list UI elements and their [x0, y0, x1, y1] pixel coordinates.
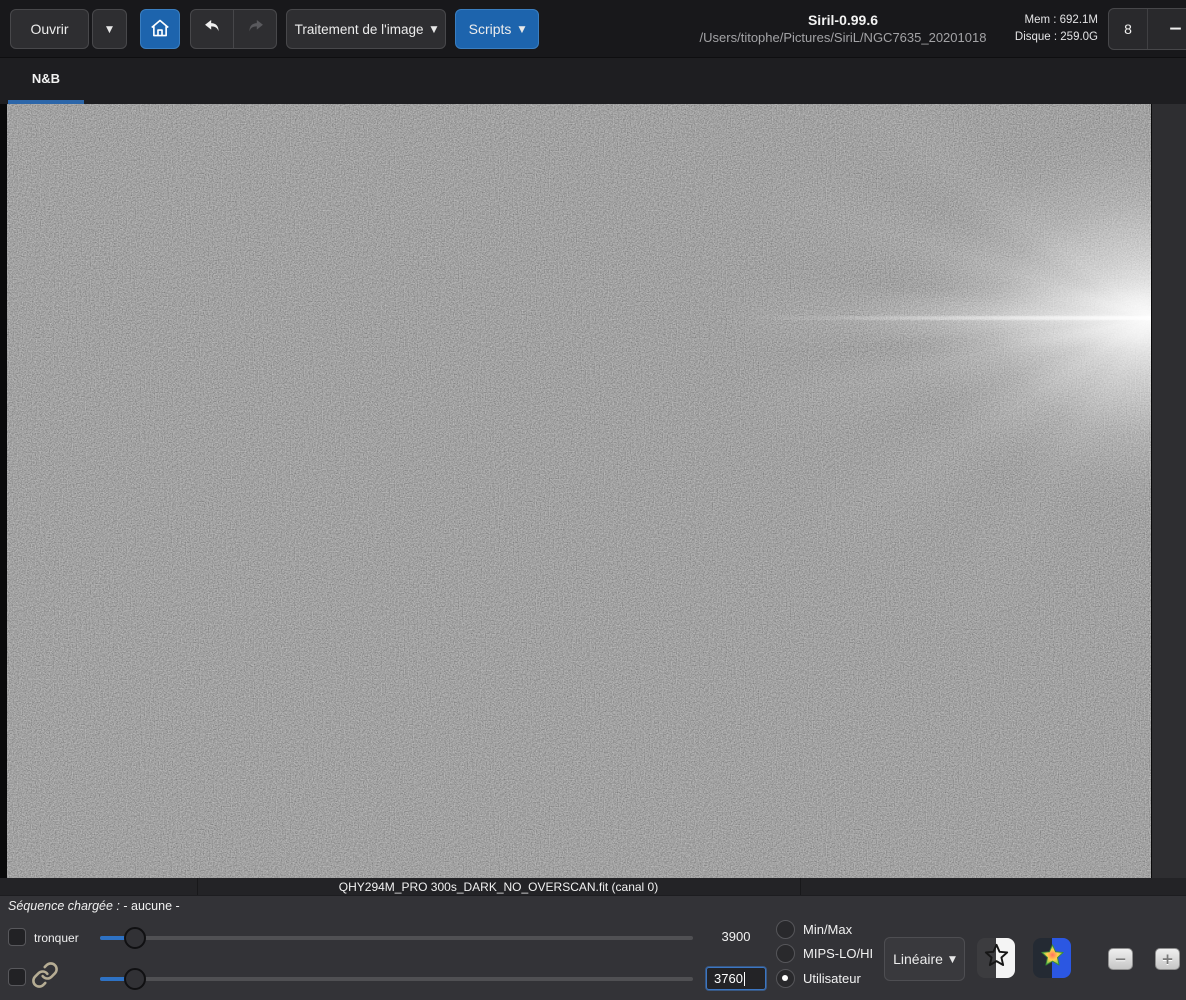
display-scale-dropdown[interactable]: Linéaire ▼: [884, 937, 965, 981]
radio-mips-lo-hi-label: MIPS-LO/HI: [803, 946, 873, 961]
link-icon: [31, 961, 59, 994]
low-cutoff-input[interactable]: 3760: [706, 967, 766, 990]
slider-track: [100, 936, 693, 940]
rainbow-star-icon: [1039, 942, 1066, 974]
chevron-down-icon: ▼: [430, 24, 437, 35]
zoom-in-button[interactable]: +: [1155, 948, 1180, 970]
disk-label: Disque : 259.0G: [1015, 29, 1098, 46]
negative-view-button[interactable]: [977, 938, 1015, 978]
open-button-label: Ouvrir: [30, 21, 68, 37]
redo-button[interactable]: [233, 10, 276, 48]
minus-icon: −: [1168, 19, 1182, 39]
negative-star-icon: [983, 942, 1010, 974]
chevron-down-icon: ▼: [949, 954, 956, 965]
slider-track: [100, 977, 693, 981]
image-canvas[interactable]: [7, 104, 1152, 878]
radio-circle: [776, 969, 795, 988]
sequence-status: Séquence chargée : - aucune -: [8, 899, 180, 913]
zoom-level-spinner[interactable]: 8 −: [1108, 8, 1186, 50]
scripts-menu-button[interactable]: Scripts ▼: [455, 9, 539, 49]
radio-minmax-label: Min/Max: [803, 922, 852, 937]
low-cutoff-slider[interactable]: [100, 967, 693, 991]
display-control-panel: Séquence chargée : - aucune - tronquer 3…: [0, 895, 1186, 1000]
low-cutoff-input-value: 3760: [714, 971, 743, 986]
canvas-left-gutter: [0, 104, 7, 878]
home-button[interactable]: [140, 9, 180, 49]
channel-tabbar: N&B: [0, 58, 1186, 104]
canvas-area: [0, 104, 1186, 878]
zoom-level-value[interactable]: 8: [1109, 9, 1147, 49]
truncate-checkbox[interactable]: [8, 928, 26, 946]
chevron-down-icon: ▼: [106, 24, 113, 35]
image-caption-section: QHY294M_PRO 300s_DARK_NO_OVERSCAN.fit (c…: [197, 878, 800, 895]
false-color-button[interactable]: [1033, 938, 1071, 978]
low-cutoff-slider-thumb[interactable]: [124, 968, 146, 990]
resource-usage: Mem : 692.1M Disque : 259.0G: [1015, 12, 1098, 46]
amp-glow-core: [7, 104, 1151, 878]
siril-window: Ouvrir ▼: [0, 0, 1186, 1000]
open-button[interactable]: Ouvrir: [10, 9, 89, 49]
image-processing-label: Traitement de l'image: [295, 22, 424, 37]
image-processing-menu-button[interactable]: Traitement de l'image ▼: [286, 9, 446, 49]
radio-utilisateur-label: Utilisateur: [803, 971, 861, 986]
sequence-value: - aucune -: [123, 899, 179, 913]
high-cutoff-value[interactable]: 3900: [706, 929, 766, 944]
radio-circle: [776, 944, 795, 963]
undo-icon: [202, 16, 223, 42]
tab-nb[interactable]: N&B: [8, 58, 84, 104]
display-scale-label: Linéaire: [893, 951, 943, 967]
radio-mips-lo-hi[interactable]: MIPS-LO/HI: [776, 944, 873, 964]
image-caption: QHY294M_PRO 300s_DARK_NO_OVERSCAN.fit (c…: [339, 880, 658, 894]
radio-utilisateur[interactable]: Utilisateur: [776, 968, 861, 988]
zoom-level-decrease-button[interactable]: −: [1147, 9, 1186, 49]
chevron-down-icon: ▼: [518, 24, 525, 35]
minus-icon: −: [1114, 950, 1127, 968]
undo-button[interactable]: [191, 10, 233, 48]
undo-redo-group: [190, 9, 277, 49]
zoom-out-button[interactable]: −: [1108, 948, 1133, 970]
truncate-label: tronquer: [34, 931, 79, 945]
tab-nb-label: N&B: [8, 71, 84, 86]
radio-minmax[interactable]: Min/Max: [776, 919, 852, 939]
status-separator: [800, 878, 801, 895]
open-dropdown-button[interactable]: ▼: [92, 9, 127, 49]
high-cutoff-slider-thumb[interactable]: [124, 927, 146, 949]
statusbar: QHY294M_PRO 300s_DARK_NO_OVERSCAN.fit (c…: [0, 878, 1186, 895]
redo-icon: [245, 16, 266, 42]
memory-label: Mem : 692.1M: [1015, 12, 1098, 29]
scripts-label: Scripts: [469, 21, 512, 37]
plus-icon: +: [1161, 950, 1174, 968]
sequence-label: Séquence chargée :: [8, 899, 120, 913]
radio-circle: [776, 920, 795, 939]
main-toolbar: Ouvrir ▼: [0, 0, 1186, 58]
home-icon: [149, 17, 171, 42]
link-cutoffs-checkbox[interactable]: [8, 968, 26, 986]
high-cutoff-slider[interactable]: [100, 926, 693, 950]
